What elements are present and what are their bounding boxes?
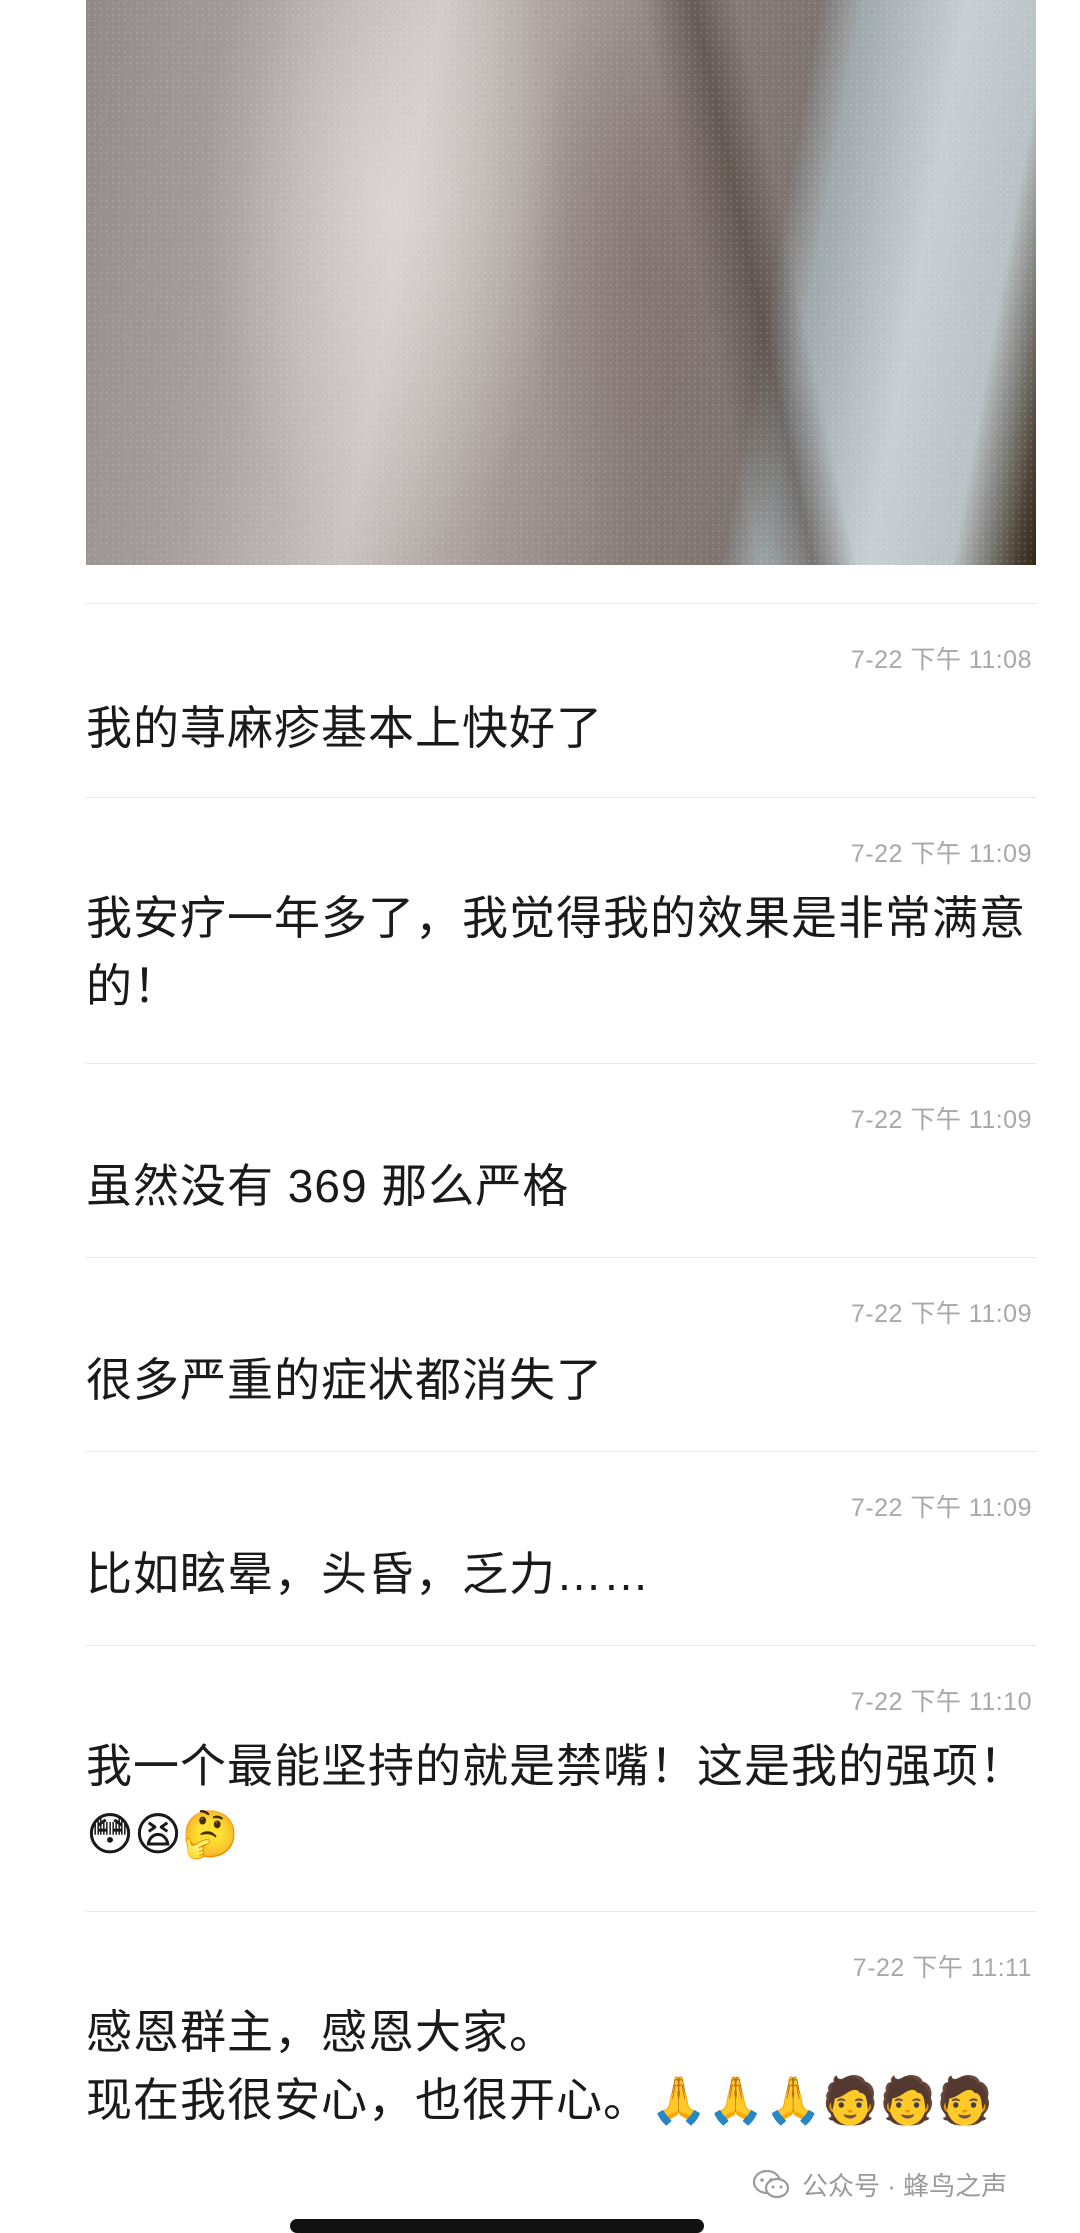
list-item[interactable]: 7-22 下午 11:10 我一个最能坚持的就是禁嘴！这是我的强项！ 😳😫🤔 (86, 1645, 1036, 1911)
message-line-2: 现在我很安心，也很开心。 (86, 2074, 650, 2126)
sender-name (88, 1954, 198, 1968)
list-item[interactable]: 7-22 下午 11:09 虽然没有 369 那么严格 (86, 1063, 1036, 1257)
message-time: 7-22 下午 11:09 (850, 1300, 1032, 1328)
message-time: 7-22 下午 11:10 (850, 1688, 1032, 1716)
sender-name (88, 646, 198, 660)
message-time: 7-22 下午 11:08 (850, 646, 1032, 674)
message-text: 虽然没有 369 那么严格 (86, 1160, 570, 1212)
message-text: 感恩群主，感恩大家。 现在我很安心，也很开心。🙏🙏🙏🧑🧑🧑 (86, 1998, 1036, 2134)
message-text: 我安疗一年多了，我觉得我的效果是非常满意的！ (86, 892, 1026, 1012)
home-indicator[interactable] (290, 2219, 704, 2233)
sender-name (88, 1300, 198, 1314)
message-text: 很多严重的症状都消失了 (86, 1354, 603, 1406)
sender-name (88, 1688, 198, 1702)
message-text: 我一个最能坚持的就是禁嘴！这是我的强项！ 😳😫🤔 (86, 1732, 1036, 1868)
message-time: 7-22 下午 11:09 (850, 1106, 1032, 1134)
chat-photo[interactable] (86, 0, 1036, 565)
list-item[interactable]: 7-22 下午 11:09 比如眩晕，头昏，乏力…… (86, 1451, 1036, 1645)
message-time: 7-22 下午 11:09 (850, 1494, 1032, 1522)
message-list: 7-22 下午 11:08 我的荨麻疹基本上快好了 7-22 下午 11:09 … (86, 603, 1036, 2211)
list-item[interactable]: 7-22 下午 11:08 我的荨麻疹基本上快好了 (86, 603, 1036, 797)
message-text: 比如眩晕，头昏，乏力…… (86, 1548, 650, 1600)
list-item[interactable]: 7-22 下午 11:09 很多严重的症状都消失了 (86, 1257, 1036, 1451)
watermark-text: 公众号 · 蜂鸟之声 (802, 2171, 1008, 2201)
message-time: 7-22 下午 11:11 (852, 1954, 1032, 1982)
emoji-group: 😳😫🤔 (86, 1808, 240, 1860)
sender-name (88, 840, 198, 854)
message-text-body: 我一个最能坚持的就是禁嘴！这是我的强项！ (86, 1740, 1026, 1792)
sender-name (88, 1494, 198, 1508)
message-text: 我的荨麻疹基本上快好了 (86, 702, 603, 754)
wechat-icon (752, 2169, 792, 2201)
list-item[interactable]: 7-22 下午 11:09 我安疗一年多了，我觉得我的效果是非常满意的！ (86, 797, 1036, 1063)
watermark: 公众号 · 蜂鸟之声 (752, 2166, 1007, 2203)
emoji-group: 🙏🙏🙏🧑🧑🧑 (650, 2074, 994, 2126)
message-line-1: 感恩群主，感恩大家。 (86, 2006, 556, 2058)
sender-name (88, 1106, 198, 1120)
message-time: 7-22 下午 11:09 (850, 840, 1032, 868)
